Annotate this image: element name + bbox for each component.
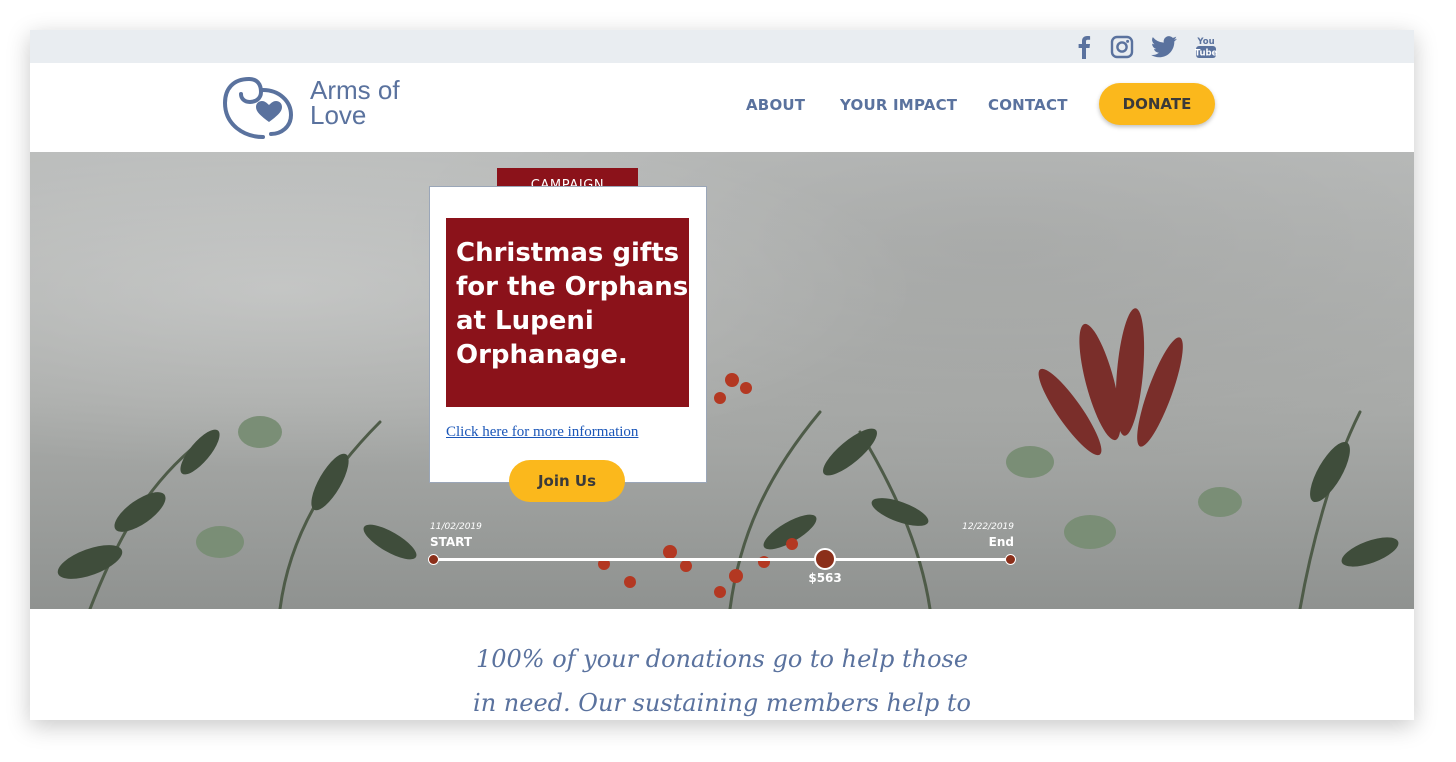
social-bar: You Tube [30, 30, 1414, 63]
join-us-button[interactable]: Join Us [509, 460, 625, 502]
campaign-title: Christmas gifts for the Orphans at Lupen… [456, 238, 689, 370]
facebook-icon[interactable] [1070, 33, 1098, 61]
progress-end-label: End [988, 535, 1014, 549]
browser-page: You Tube Arms of Love ABOUT YOUR IMPACT … [30, 30, 1414, 720]
twitter-icon[interactable] [1150, 33, 1178, 61]
mission-line-2: in need. Our sustaining members help to [473, 689, 971, 717]
svg-text:Tube: Tube [1195, 49, 1217, 59]
nav-about[interactable]: ABOUT [746, 96, 805, 114]
logo-icon[interactable] [222, 72, 295, 142]
progress-start-dot [428, 554, 439, 565]
greenery-background-image [57, 308, 1399, 609]
mission-statement: 100% of your donations go to help those … [30, 637, 1414, 720]
progress-amount: $563 [808, 571, 842, 585]
svg-text:You: You [1196, 37, 1214, 47]
nav-contact[interactable]: CONTACT [988, 96, 1068, 114]
progress-start-date: 11/02/2019 [430, 522, 482, 532]
brand-name-line2: Love [310, 100, 367, 130]
site-header: Arms of Love ABOUT YOUR IMPACT CONTACT D… [30, 63, 1414, 152]
donate-button[interactable]: DONATE [1099, 83, 1215, 125]
campaign-title-box: Christmas gifts for the Orphans at Lupen… [446, 218, 689, 407]
more-info-link[interactable]: Click here for more information [446, 424, 638, 441]
instagram-icon[interactable] [1108, 33, 1136, 61]
mission-line-1: 100% of your donations go to help those [475, 645, 969, 673]
youtube-icon[interactable]: You Tube [1192, 33, 1220, 61]
hero-banner: CAMPAIGN Christmas gifts for the Orphans… [30, 152, 1414, 609]
progress-end-date: 12/22/2019 [962, 522, 1014, 532]
campaign-card: Christmas gifts for the Orphans at Lupen… [429, 186, 707, 483]
brand-name[interactable]: Arms of Love [310, 77, 400, 130]
progress-start-label: START [430, 535, 473, 549]
nav-your-impact[interactable]: YOUR IMPACT [840, 96, 957, 114]
progress-end-dot [1005, 554, 1016, 565]
progress-track [433, 558, 1010, 561]
